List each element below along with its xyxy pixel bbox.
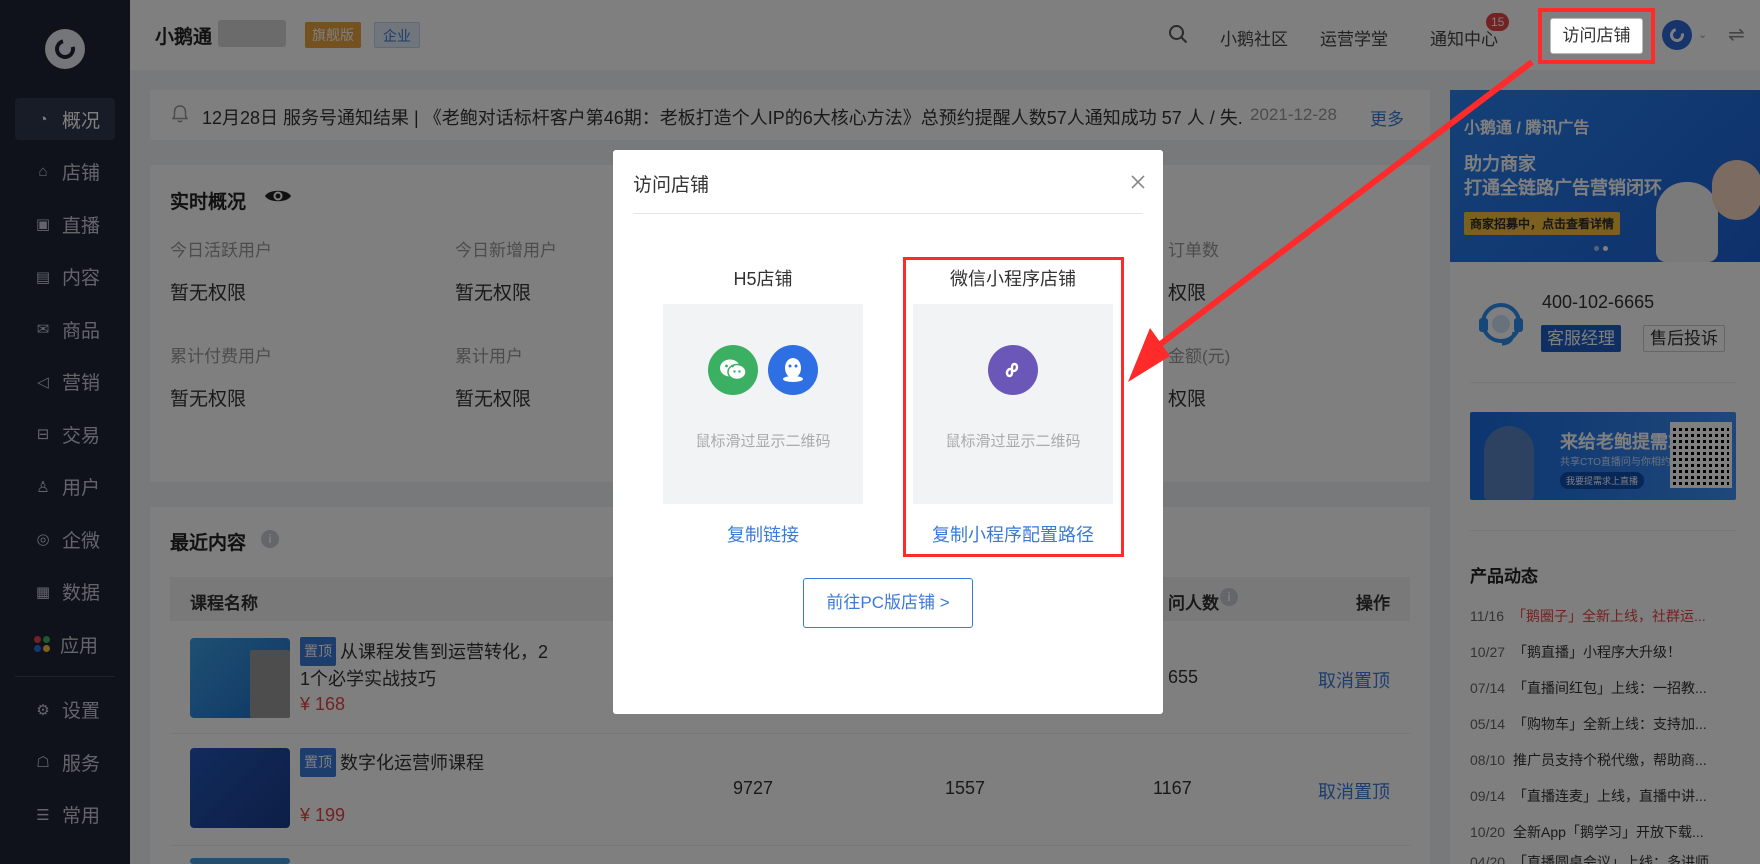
dialog-divider [633,213,1143,214]
h5-qr-area[interactable] [663,304,863,504]
visit-store-button-highlighted[interactable]: 访问店铺 [1550,18,1643,54]
close-icon[interactable] [1128,172,1148,192]
copy-link-button[interactable]: 复制链接 [663,521,863,547]
qq-icon [768,345,818,395]
annotation-highlight-miniapp [903,257,1124,557]
go-pc-store-button[interactable]: 前往PC版店铺 > [803,578,973,628]
dialog-title: 访问店铺 [633,175,710,196]
h5-qr-hint: 鼠标滑过显示二维码 [695,433,831,450]
h5-store-title: H5店铺 [733,269,793,289]
wechat-icon [708,345,758,395]
